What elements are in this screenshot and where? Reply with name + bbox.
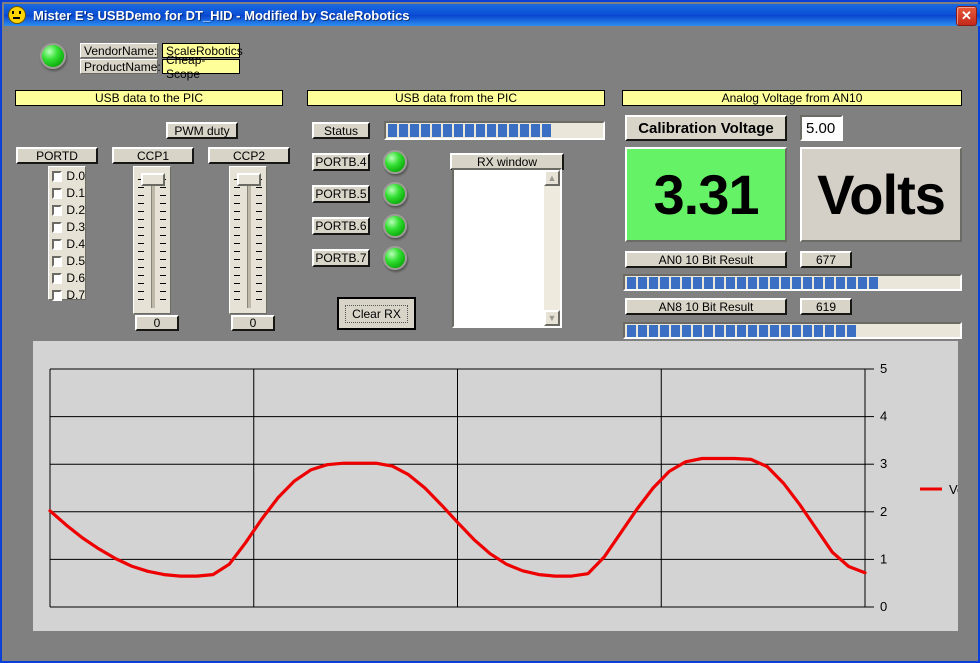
chart-ytick-label: 1 bbox=[880, 551, 887, 566]
portd-bit-label: D.3 bbox=[66, 220, 85, 234]
chart-canvas: 0 1 2 3 4 5 Volts bbox=[33, 341, 958, 631]
checkbox-d-2[interactable] bbox=[52, 205, 62, 216]
checkbox-d-1[interactable] bbox=[52, 188, 62, 199]
portb5-led bbox=[383, 182, 407, 206]
status-label: Status bbox=[312, 122, 370, 139]
portb6-label: PORTB.6 bbox=[312, 217, 370, 235]
chart-ytick-label: 2 bbox=[880, 504, 887, 519]
ccp2-slider-ticks-left bbox=[234, 179, 240, 307]
portb6-led bbox=[383, 214, 407, 238]
portd-bit-row[interactable]: D.1 bbox=[52, 185, 85, 201]
window-title: Mister E's USBDemo for DT_HID - Modified… bbox=[33, 8, 410, 23]
portd-bit-label: D.7 bbox=[66, 288, 85, 302]
checkbox-d-3[interactable] bbox=[52, 222, 62, 233]
ccp2-slider-thumb[interactable] bbox=[237, 173, 261, 186]
checkbox-d-0[interactable] bbox=[52, 171, 62, 182]
portb4-led bbox=[383, 150, 407, 174]
portd-bit-row[interactable]: D.0 bbox=[52, 168, 85, 184]
portd-bit-label: D.5 bbox=[66, 254, 85, 268]
ccp1-slider-ticks-right bbox=[160, 179, 166, 307]
close-icon[interactable]: ✕ bbox=[956, 6, 977, 26]
portd-bit-row[interactable]: D.3 bbox=[52, 219, 85, 235]
status-progress-bar bbox=[384, 121, 605, 140]
an0-result-label: AN0 10 Bit Result bbox=[625, 251, 787, 268]
smiley-face-icon bbox=[8, 6, 26, 24]
chevron-up-icon[interactable]: ▲ bbox=[544, 170, 560, 186]
chart-ytick-label: 0 bbox=[880, 599, 887, 614]
checkbox-d-5[interactable] bbox=[52, 256, 62, 267]
app-window: Mister E's USBDemo for DT_HID - Modified… bbox=[0, 0, 980, 663]
portd-checkbox-group: D.0 D.1 D.2 D.3 D.4 D.5 D.6 D.7 bbox=[48, 166, 86, 300]
voltage-value-display: 3.31 bbox=[625, 147, 787, 242]
portd-bit-label: D.4 bbox=[66, 237, 85, 251]
tx-panel-banner: USB data to the PIC bbox=[15, 90, 283, 106]
ccp1-slider[interactable] bbox=[133, 166, 171, 314]
chart-ytick-label: 4 bbox=[880, 409, 887, 424]
voltage-chart: 0 1 2 3 4 5 Volts bbox=[33, 341, 958, 631]
product-name-label: ProductName: bbox=[80, 59, 158, 74]
portb5-label: PORTB.5 bbox=[312, 185, 370, 203]
checkbox-d-7[interactable] bbox=[52, 290, 62, 301]
an8-result-label: AN8 10 Bit Result bbox=[625, 298, 787, 315]
portd-bit-row[interactable]: D.7 bbox=[52, 287, 85, 303]
an0-result-value: 677 bbox=[800, 251, 852, 268]
ccp2-value: 0 bbox=[231, 315, 275, 331]
ccp2-label: CCP2 bbox=[208, 147, 290, 164]
pwm-duty-label: PWM duty bbox=[166, 122, 238, 139]
checkbox-d-4[interactable] bbox=[52, 239, 62, 250]
checkbox-d-6[interactable] bbox=[52, 273, 62, 284]
portb7-label: PORTB.7 bbox=[312, 249, 370, 267]
calibration-voltage-label: Calibration Voltage bbox=[625, 115, 787, 141]
portd-bit-label: D.2 bbox=[66, 203, 85, 217]
analog-panel-banner: Analog Voltage from AN10 bbox=[622, 90, 962, 106]
rx-panel-banner: USB data from the PIC bbox=[307, 90, 605, 106]
rx-window[interactable]: ▲ ▼ bbox=[452, 168, 562, 328]
voltage-units-display: Volts bbox=[800, 147, 962, 242]
chevron-down-icon[interactable]: ▼ bbox=[544, 310, 560, 326]
portb7-led bbox=[383, 246, 407, 270]
ccp1-slider-ticks-left bbox=[138, 179, 144, 307]
rx-window-scrollbar[interactable]: ▲ ▼ bbox=[544, 170, 560, 326]
ccp2-slider-ticks-right bbox=[256, 179, 262, 307]
portd-bit-row[interactable]: D.4 bbox=[52, 236, 85, 252]
an8-progress-bar bbox=[623, 322, 962, 339]
portd-bit-label: D.6 bbox=[66, 271, 85, 285]
ccp1-value: 0 bbox=[135, 315, 179, 331]
ccp1-slider-thumb[interactable] bbox=[141, 173, 165, 186]
vendor-name-label: VendorName: bbox=[80, 43, 158, 58]
ccp1-slider-track bbox=[151, 179, 155, 308]
ccp2-slider[interactable] bbox=[229, 166, 267, 314]
portd-bit-label: D.0 bbox=[66, 169, 85, 183]
title-bar: Mister E's USBDemo for DT_HID - Modified… bbox=[4, 4, 980, 26]
clear-rx-button[interactable]: Clear RX bbox=[337, 297, 416, 330]
product-name-value: Cheap-Scope bbox=[162, 59, 240, 74]
an8-result-value: 619 bbox=[800, 298, 852, 315]
device-status-led bbox=[40, 43, 66, 69]
chart-legend-label: Volts bbox=[949, 482, 958, 497]
calibration-voltage-input[interactable]: 5.00 bbox=[800, 115, 843, 141]
portd-bit-row[interactable]: D.2 bbox=[52, 202, 85, 218]
portb4-label: PORTB.4 bbox=[312, 153, 370, 171]
portd-label: PORTD bbox=[16, 147, 98, 164]
portd-bit-label: D.1 bbox=[66, 186, 85, 200]
portd-bit-row[interactable]: D.6 bbox=[52, 270, 85, 286]
clear-rx-button-label: Clear RX bbox=[345, 305, 408, 323]
ccp2-slider-track bbox=[247, 179, 251, 308]
portd-bit-row[interactable]: D.5 bbox=[52, 253, 85, 269]
chart-ytick-label: 3 bbox=[880, 456, 887, 471]
chart-ytick-label: 5 bbox=[880, 361, 887, 376]
ccp1-label: CCP1 bbox=[112, 147, 194, 164]
an0-progress-bar bbox=[623, 274, 962, 291]
